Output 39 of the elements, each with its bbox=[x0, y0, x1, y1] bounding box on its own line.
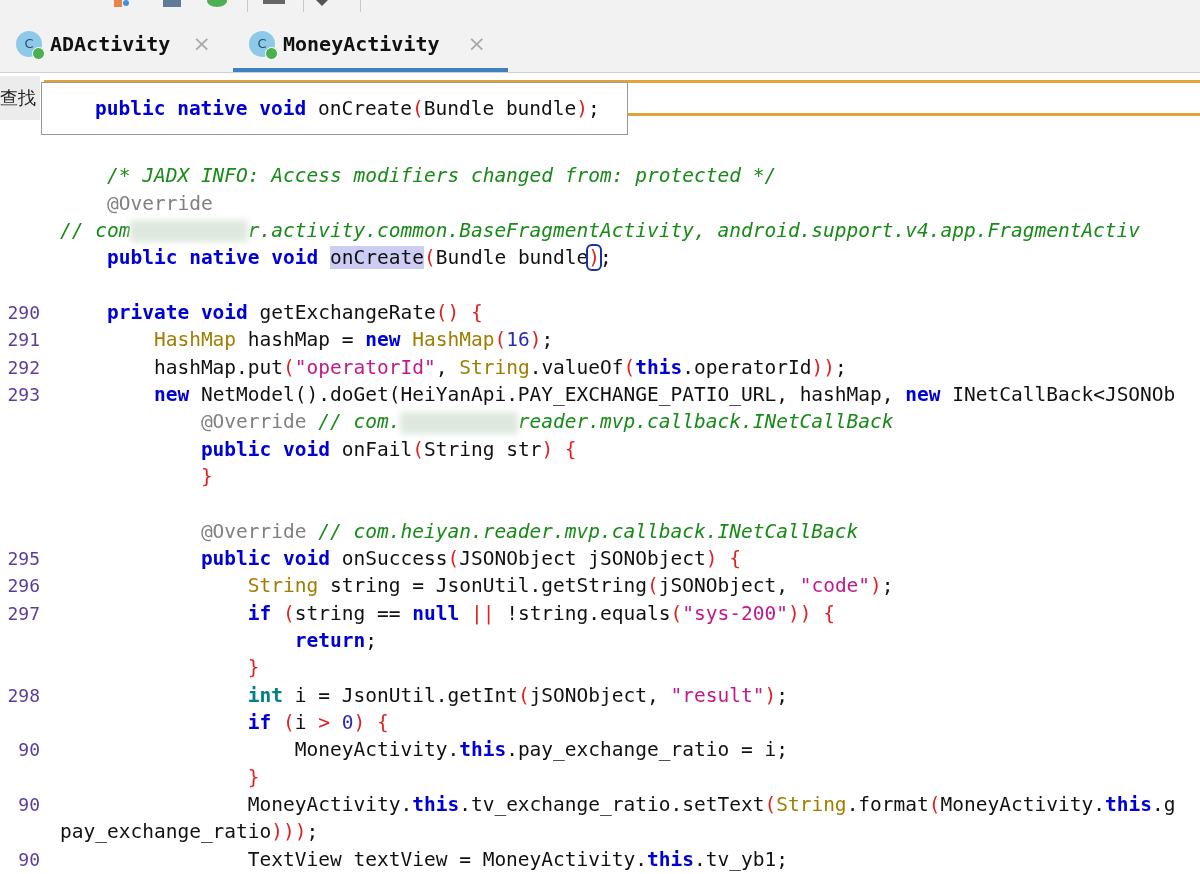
line-number: 297 bbox=[7, 602, 40, 624]
code-line: int i = JsonUtil.getInt(jSONObject, "result"); bbox=[246, 683, 788, 707]
class-icon: C bbox=[16, 30, 42, 57]
code-line: private void getExchangeRate() { bbox=[105, 300, 483, 324]
code-line: if (i > 0) { bbox=[246, 711, 389, 735]
code-line: TextView textView = MoneyActivity.this.tv_yb1; bbox=[246, 847, 788, 871]
code-line: } bbox=[246, 765, 260, 789]
line-number: 90 bbox=[18, 848, 40, 870]
code-line: @Override // com.heiyan.reader.mvp.callback.INetCallBack bbox=[199, 519, 859, 543]
line-number: 296 bbox=[7, 575, 40, 597]
code-line: public native void onCreate(Bundle bundle); bbox=[105, 246, 612, 270]
code-line: @Override // com. reader.mvp.callback.INetCallBack bbox=[199, 410, 894, 434]
code-line: hashMap.put("operatorId", String.valueOf(this.operatorId)); bbox=[152, 355, 847, 379]
code-tooltip: public native void onCreate(Bundle bundle); bbox=[41, 82, 628, 135]
code-line: // com r.activity.common.BaseFragmentActivity, android.support.v4.app.FragmentActiv bbox=[60, 218, 1141, 243]
code-line: HashMap hashMap = new HashMap(16); bbox=[152, 328, 554, 352]
code-line: pay_exchange_ratio))); bbox=[60, 820, 319, 844]
code-line: MoneyActivity.this.pay_exchange_ratio = i; bbox=[293, 738, 788, 762]
line-number: 295 bbox=[7, 548, 40, 569]
line-number: 290 bbox=[7, 301, 40, 323]
code-line: } bbox=[199, 464, 213, 488]
code-line: /* JADX INFO: Access modifiers changed from: protected */ bbox=[105, 164, 777, 188]
code-line: if (string == null || !string.equals("sys-200")) { bbox=[246, 601, 835, 625]
class-icon: C bbox=[249, 30, 275, 57]
code-line: MoneyActivity.this.tv_exchange_ratio.setText(String.format(MoneyActivity.this.g bbox=[246, 793, 1176, 817]
line-number: 292 bbox=[7, 356, 40, 378]
code-line: } bbox=[246, 656, 260, 680]
search-label: 查找 bbox=[0, 76, 40, 120]
line-number: 298 bbox=[7, 684, 40, 706]
code-line: new NetModel().doGet(HeiYanApi.PAY_EXCHANGE_PATIO_URL, hashMap, new INetCallBack<JSONOb bbox=[152, 382, 1176, 406]
code-line: public void onSuccess(JSONObject jSONObject) { bbox=[199, 547, 741, 570]
line-number: 90 bbox=[18, 794, 40, 816]
line-number: 90 bbox=[18, 739, 40, 761]
line-number: 291 bbox=[7, 329, 40, 351]
code-line: public void onFail(String str) { bbox=[199, 437, 577, 461]
line-number: 293 bbox=[7, 383, 40, 405]
code-line: @Override bbox=[105, 191, 213, 215]
code-line: return; bbox=[293, 629, 377, 652]
code-line: String string = JsonUtil.getString(jSONObject, "code"); bbox=[246, 574, 894, 598]
